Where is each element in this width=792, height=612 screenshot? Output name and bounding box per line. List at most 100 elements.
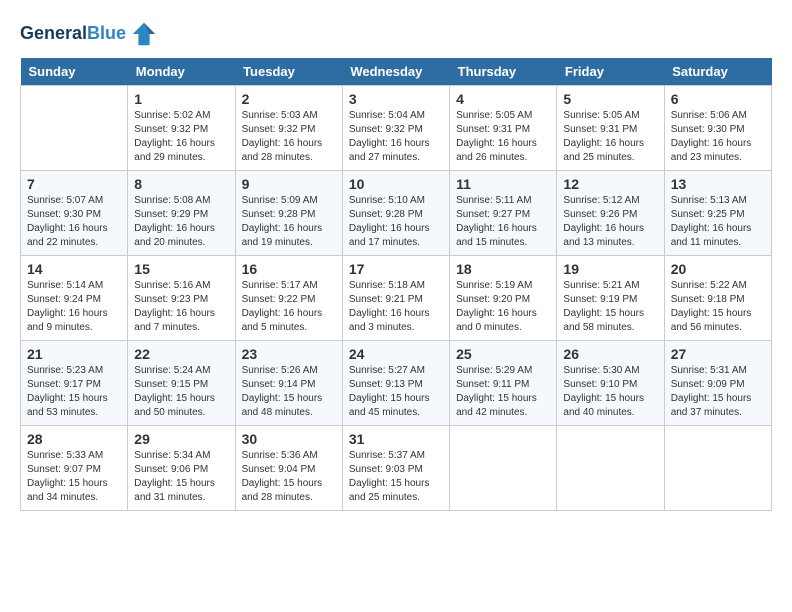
- cell-details: Sunrise: 5:30 AMSunset: 9:10 PMDaylight:…: [563, 364, 657, 420]
- calendar-cell: 22Sunrise: 5:24 AMSunset: 9:15 PMDayligh…: [128, 341, 235, 426]
- calendar-cell: 14 Sunrise: 5:14 AMSunset: 9:24 PMDayligh…: [21, 256, 128, 341]
- calendar-cell: 25 Sunrise: 5:29 AMSunset: 9:11 PMDayligh…: [450, 341, 557, 426]
- calendar-cell: 19 Sunrise: 5:21 AMSunset: 9:19 PMDayligh…: [557, 256, 664, 341]
- day-number: 2: [242, 91, 336, 107]
- day-number: 7: [27, 176, 121, 192]
- weekday-header-thursday: Thursday: [450, 58, 557, 86]
- week-row-2: 7 Sunrise: 5:07 AMSunset: 9:30 PMDaylight…: [21, 171, 772, 256]
- calendar-cell: 3Sunrise: 5:04 AMSunset: 9:32 PMDaylight…: [342, 86, 449, 171]
- day-number: 9: [242, 176, 336, 192]
- day-number: 12: [563, 176, 657, 192]
- weekday-header-wednesday: Wednesday: [342, 58, 449, 86]
- cell-details: Sunrise: 5:05 AMSunset: 9:31 PMDaylight:…: [563, 109, 657, 165]
- day-number: 24: [349, 346, 443, 362]
- cell-details: Sunrise: 5:21 AMSunset: 9:19 PMDaylight:…: [563, 279, 657, 335]
- day-number: 1: [134, 91, 228, 107]
- calendar-cell: 6 Sunrise: 5:06 AMSunset: 9:30 PMDaylight…: [664, 86, 771, 171]
- cell-details: Sunrise: 5:11 AMSunset: 9:27 PMDaylight:…: [456, 194, 550, 250]
- cell-details: Sunrise: 5:26 AMSunset: 9:14 PMDaylight:…: [242, 364, 336, 420]
- day-number: 27: [671, 346, 765, 362]
- calendar-cell: 17Sunrise: 5:18 AMSunset: 9:21 PMDayligh…: [342, 256, 449, 341]
- cell-details: Sunrise: 5:08 AMSunset: 9:29 PMDaylight:…: [134, 194, 228, 250]
- week-row-4: 21 Sunrise: 5:23 AMSunset: 9:17 PMDayligh…: [21, 341, 772, 426]
- calendar-cell: 21 Sunrise: 5:23 AMSunset: 9:17 PMDayligh…: [21, 341, 128, 426]
- cell-details: Sunrise: 5:34 AMSunset: 9:06 PMDaylight:…: [134, 449, 228, 505]
- calendar-cell: 4 Sunrise: 5:05 AMSunset: 9:31 PMDaylight…: [450, 86, 557, 171]
- cell-details: Sunrise: 5:03 AMSunset: 9:32 PMDaylight:…: [242, 109, 336, 165]
- cell-details: Sunrise: 5:02 AMSunset: 9:32 PMDaylight:…: [134, 109, 228, 165]
- calendar-cell: 16 Sunrise: 5:17 AMSunset: 9:22 PMDayligh…: [235, 256, 342, 341]
- cell-details: Sunrise: 5:12 AMSunset: 9:26 PMDaylight:…: [563, 194, 657, 250]
- day-number: 26: [563, 346, 657, 362]
- cell-details: Sunrise: 5:09 AMSunset: 9:28 PMDaylight:…: [242, 194, 336, 250]
- day-number: 6: [671, 91, 765, 107]
- calendar-cell: [21, 86, 128, 171]
- weekday-header-row: SundayMondayTuesdayWednesdayThursdayFrid…: [21, 58, 772, 86]
- calendar-cell: 8 Sunrise: 5:08 AMSunset: 9:29 PMDaylight…: [128, 171, 235, 256]
- cell-details: Sunrise: 5:07 AMSunset: 9:30 PMDaylight:…: [27, 194, 121, 250]
- day-number: 11: [456, 176, 550, 192]
- weekday-header-tuesday: Tuesday: [235, 58, 342, 86]
- day-number: 28: [27, 431, 121, 447]
- cell-details: Sunrise: 5:36 AMSunset: 9:04 PMDaylight:…: [242, 449, 336, 505]
- cell-details: Sunrise: 5:13 AMSunset: 9:25 PMDaylight:…: [671, 194, 765, 250]
- calendar-cell: 31 Sunrise: 5:37 AMSunset: 9:03 PMDayligh…: [342, 426, 449, 511]
- day-number: 19: [563, 261, 657, 277]
- calendar-cell: 27 Sunrise: 5:31 AMSunset: 9:09 PMDayligh…: [664, 341, 771, 426]
- day-number: 14: [27, 261, 121, 277]
- cell-details: Sunrise: 5:22 AMSunset: 9:18 PMDaylight:…: [671, 279, 765, 335]
- weekday-header-monday: Monday: [128, 58, 235, 86]
- calendar-cell: 2 Sunrise: 5:03 AMSunset: 9:32 PMDaylight…: [235, 86, 342, 171]
- cell-details: Sunrise: 5:23 AMSunset: 9:17 PMDaylight:…: [27, 364, 121, 420]
- calendar-cell: 15 Sunrise: 5:16 AMSunset: 9:23 PMDayligh…: [128, 256, 235, 341]
- calendar-cell: 10Sunrise: 5:10 AMSunset: 9:28 PMDayligh…: [342, 171, 449, 256]
- day-number: 25: [456, 346, 550, 362]
- day-number: 21: [27, 346, 121, 362]
- day-number: 3: [349, 91, 443, 107]
- cell-details: Sunrise: 5:05 AMSunset: 9:31 PMDaylight:…: [456, 109, 550, 165]
- cell-details: Sunrise: 5:16 AMSunset: 9:23 PMDaylight:…: [134, 279, 228, 335]
- day-number: 22: [134, 346, 228, 362]
- cell-details: Sunrise: 5:19 AMSunset: 9:20 PMDaylight:…: [456, 279, 550, 335]
- day-number: 23: [242, 346, 336, 362]
- day-number: 8: [134, 176, 228, 192]
- day-number: 4: [456, 91, 550, 107]
- cell-details: Sunrise: 5:29 AMSunset: 9:11 PMDaylight:…: [456, 364, 550, 420]
- week-row-3: 14 Sunrise: 5:14 AMSunset: 9:24 PMDayligh…: [21, 256, 772, 341]
- day-number: 17: [349, 261, 443, 277]
- logo-icon: [130, 20, 158, 48]
- calendar-cell: 23 Sunrise: 5:26 AMSunset: 9:14 PMDayligh…: [235, 341, 342, 426]
- page-header: GeneralBlue: [20, 20, 772, 48]
- logo: GeneralBlue: [20, 20, 158, 48]
- day-number: 13: [671, 176, 765, 192]
- calendar-cell: 9 Sunrise: 5:09 AMSunset: 9:28 PMDaylight…: [235, 171, 342, 256]
- calendar-cell: 18 Sunrise: 5:19 AMSunset: 9:20 PMDayligh…: [450, 256, 557, 341]
- calendar-cell: 26 Sunrise: 5:30 AMSunset: 9:10 PMDayligh…: [557, 341, 664, 426]
- day-number: 10: [349, 176, 443, 192]
- calendar-cell: 29Sunrise: 5:34 AMSunset: 9:06 PMDayligh…: [128, 426, 235, 511]
- weekday-header-friday: Friday: [557, 58, 664, 86]
- calendar-cell: [557, 426, 664, 511]
- calendar-cell: 30Sunrise: 5:36 AMSunset: 9:04 PMDayligh…: [235, 426, 342, 511]
- day-number: 15: [134, 261, 228, 277]
- weekday-header-saturday: Saturday: [664, 58, 771, 86]
- day-number: 20: [671, 261, 765, 277]
- cell-details: Sunrise: 5:06 AMSunset: 9:30 PMDaylight:…: [671, 109, 765, 165]
- day-number: 31: [349, 431, 443, 447]
- cell-details: Sunrise: 5:17 AMSunset: 9:22 PMDaylight:…: [242, 279, 336, 335]
- calendar-cell: 11 Sunrise: 5:11 AMSunset: 9:27 PMDayligh…: [450, 171, 557, 256]
- cell-details: Sunrise: 5:14 AMSunset: 9:24 PMDaylight:…: [27, 279, 121, 335]
- cell-details: Sunrise: 5:33 AMSunset: 9:07 PMDaylight:…: [27, 449, 121, 505]
- calendar-cell: 12 Sunrise: 5:12 AMSunset: 9:26 PMDayligh…: [557, 171, 664, 256]
- cell-details: Sunrise: 5:37 AMSunset: 9:03 PMDaylight:…: [349, 449, 443, 505]
- week-row-1: 1 Sunrise: 5:02 AMSunset: 9:32 PMDaylight…: [21, 86, 772, 171]
- calendar-table: SundayMondayTuesdayWednesdayThursdayFrid…: [20, 58, 772, 511]
- day-number: 16: [242, 261, 336, 277]
- calendar-cell: [664, 426, 771, 511]
- cell-details: Sunrise: 5:31 AMSunset: 9:09 PMDaylight:…: [671, 364, 765, 420]
- day-number: 18: [456, 261, 550, 277]
- logo-text: GeneralBlue: [20, 24, 126, 44]
- calendar-cell: 28 Sunrise: 5:33 AMSunset: 9:07 PMDayligh…: [21, 426, 128, 511]
- calendar-cell: 5Sunrise: 5:05 AMSunset: 9:31 PMDaylight…: [557, 86, 664, 171]
- calendar-cell: 1 Sunrise: 5:02 AMSunset: 9:32 PMDaylight…: [128, 86, 235, 171]
